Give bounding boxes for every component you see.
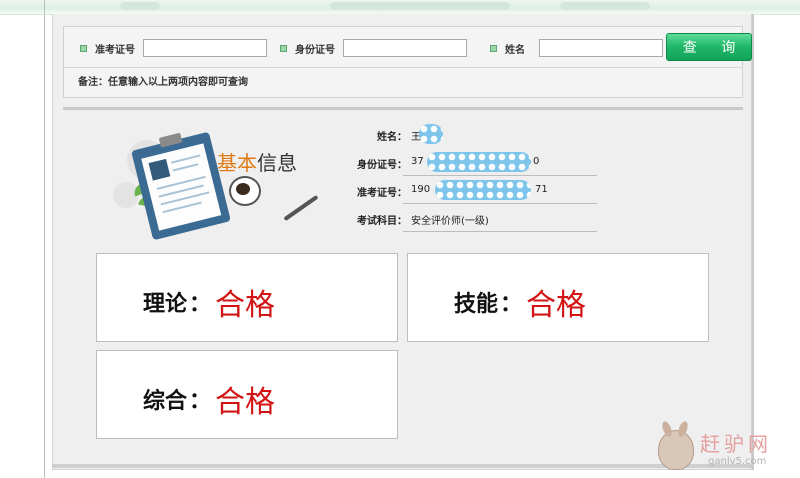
bullet-icon <box>490 44 497 52</box>
clip-icon <box>158 132 183 148</box>
basic-info-title-rest: 信息 <box>257 151 297 175</box>
result-line: 技能 ： 合格 <box>454 280 586 324</box>
basic-info-title-accent: 基本 <box>217 151 257 175</box>
name-input[interactable] <box>539 39 663 57</box>
basic-info-illustration: 基本信息 <box>113 122 321 241</box>
coffee-cup-icon <box>229 176 261 206</box>
site-watermark: 赶驴网 ganlv5.com <box>654 420 796 474</box>
candidate-info: 姓名： 王 身份证号： 37 0 准考证号： 190 71 考试科目： 安全评价… <box>345 120 607 232</box>
pen-icon <box>283 194 319 222</box>
result-line: 理论 ： 合格 <box>143 280 275 324</box>
info-value: 190 <box>411 184 431 195</box>
page-left-border <box>44 0 45 478</box>
panel-shadow <box>752 14 754 470</box>
banner-fragment <box>560 2 650 10</box>
name-field: 姓名 <box>490 37 663 59</box>
paper-sheet <box>141 143 222 231</box>
info-label: 考试科目： <box>357 216 407 227</box>
result-colon: ： <box>189 389 212 414</box>
bullet-icon <box>280 44 287 52</box>
clipboard-icon <box>131 131 231 241</box>
result-card-theory: 理论 ： 合格 <box>96 253 398 342</box>
result-colon: ： <box>500 292 523 317</box>
section-divider <box>63 107 743 110</box>
admission-number-input[interactable] <box>143 39 267 57</box>
info-row-exam-subject: 考试科目： 安全评价师(一级) <box>345 204 607 232</box>
result-label: 技能 <box>454 292 499 317</box>
result-label: 综合 <box>143 389 188 414</box>
redaction-mask <box>435 180 531 200</box>
row-divider <box>403 231 597 232</box>
watermark-url: ganlv5.com <box>708 456 767 467</box>
basic-info-title: 基本信息 <box>217 147 297 176</box>
result-colon: ： <box>189 292 212 317</box>
query-note: 备注：任意输入以上两项内容即可查询 <box>78 77 248 88</box>
bullet-icon <box>80 44 87 52</box>
info-value-end: 0 <box>533 156 540 167</box>
id-number-field: 身份证号 <box>280 37 467 59</box>
name-label: 姓名 <box>505 44 525 56</box>
info-value: 安全评价师(一级) <box>411 216 489 227</box>
query-form: 准考证号 身份证号 姓名 查 询 备注：任意输入以上两项内容即可查询 <box>63 26 752 98</box>
info-label: 准考证号： <box>357 188 407 199</box>
admission-number-label: 准考证号 <box>95 44 135 56</box>
paper-line <box>172 163 199 172</box>
info-label: 身份证号： <box>357 160 407 171</box>
query-button[interactable]: 查 询 <box>666 33 752 61</box>
query-row: 准考证号 身份证号 姓名 查 询 <box>64 27 752 67</box>
result-card-skills: 技能 ： 合格 <box>407 253 709 342</box>
top-banner-strip <box>0 0 800 15</box>
panel-bottom-edge <box>52 464 752 468</box>
divider <box>64 67 742 68</box>
admission-number-field: 准考证号 <box>80 37 267 59</box>
donkey-logo-icon <box>658 420 694 470</box>
result-status: 合格 <box>215 385 276 420</box>
redaction-mask <box>427 152 531 172</box>
avatar-icon <box>148 158 171 181</box>
banner-fragment <box>120 2 160 10</box>
result-status: 合格 <box>526 288 587 323</box>
info-label: 姓名： <box>377 132 407 143</box>
paper-line <box>170 154 201 164</box>
watermark-text: 赶驴网 <box>700 432 772 456</box>
id-number-input[interactable] <box>343 39 467 57</box>
info-value: 37 <box>411 156 424 167</box>
info-row-admission-number: 准考证号： 190 71 <box>345 176 607 204</box>
redaction-mask <box>419 124 443 144</box>
info-value-end: 71 <box>535 184 548 195</box>
info-row-name: 姓名： 王 <box>345 120 607 148</box>
banner-fragment <box>330 2 510 10</box>
result-panel: 准考证号 身份证号 姓名 查 询 备注：任意输入以上两项内容即可查询 基本信息 … <box>52 14 752 470</box>
id-number-label: 身份证号 <box>295 44 335 56</box>
info-row-id-number: 身份证号： 37 0 <box>345 148 607 176</box>
result-label: 理论 <box>143 292 188 317</box>
result-line: 综合 ： 合格 <box>143 377 275 421</box>
result-card-overall: 综合 ： 合格 <box>96 350 398 439</box>
coffee-icon <box>236 183 250 195</box>
result-status: 合格 <box>215 288 276 323</box>
